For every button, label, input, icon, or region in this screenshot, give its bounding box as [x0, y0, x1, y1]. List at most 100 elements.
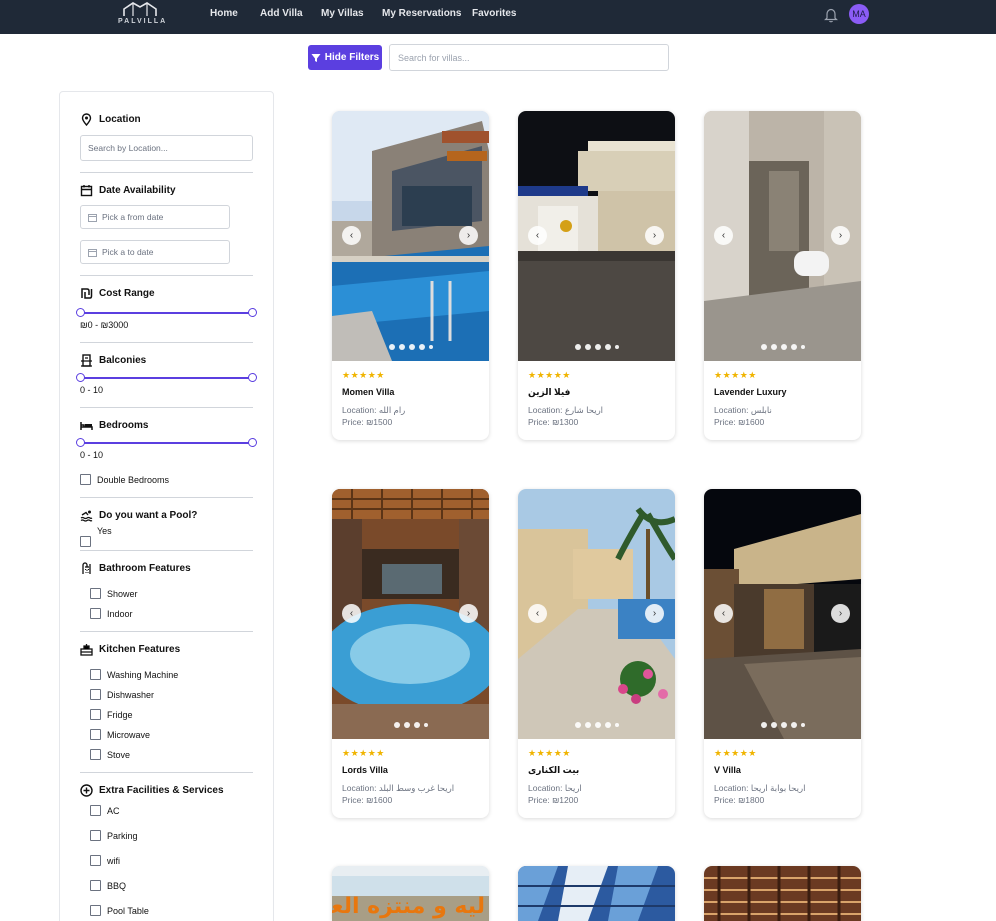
villa-card[interactable]: ‹ › ★★★★★ فيلا الزين Location: اريحا شار…: [518, 111, 675, 440]
plus-circle-icon: [80, 784, 93, 797]
pool-table-checkbox[interactable]: Pool Table: [90, 905, 149, 916]
nav-my-reservations[interactable]: My Reservations: [382, 8, 461, 19]
next-photo-button[interactable]: ›: [831, 604, 850, 623]
kitchen-icon: [80, 644, 93, 656]
nav-favorites[interactable]: Favorites: [472, 8, 516, 19]
balconies-max-handle[interactable]: [248, 373, 257, 382]
nav-my-villas[interactable]: My Villas: [321, 8, 364, 19]
villa-photo[interactable]: [518, 866, 675, 921]
next-photo-button[interactable]: ›: [459, 604, 478, 623]
bbq-checkbox[interactable]: BBQ: [90, 880, 126, 891]
chevron-left-icon: ‹: [721, 230, 726, 241]
cost-max-handle[interactable]: [248, 308, 257, 317]
next-photo-button[interactable]: ›: [831, 226, 850, 245]
prev-photo-button[interactable]: ‹: [528, 604, 547, 623]
washing-machine-checkbox[interactable]: Washing Machine: [90, 669, 178, 680]
bedrooms-range-slider[interactable]: [76, 438, 257, 448]
chevron-left-icon: ‹: [535, 230, 540, 241]
villa-card[interactable]: ‹ › ★★★★★ Momen Villa Location: رام الله…: [332, 111, 489, 440]
villa-search-input[interactable]: Search for villas...: [389, 44, 669, 71]
parking-checkbox[interactable]: Parking: [90, 830, 138, 841]
bell-icon[interactable]: [824, 7, 838, 23]
stove-checkbox[interactable]: Stove: [90, 749, 130, 760]
cost-range-text: ₪0 - ₪3000: [80, 320, 129, 330]
balconies-range-slider[interactable]: [76, 373, 257, 383]
next-photo-button[interactable]: ›: [459, 226, 478, 245]
photo-dots: [332, 722, 489, 728]
villa-photo[interactable]: ليه و منتزه العز: [332, 866, 489, 921]
hide-filters-label: Hide Filters: [324, 52, 380, 63]
shekel-icon: [81, 288, 93, 299]
ac-checkbox[interactable]: AC: [90, 805, 120, 816]
next-photo-button[interactable]: ›: [645, 226, 664, 245]
villa-name: V Villa: [714, 765, 741, 775]
fridge-checkbox[interactable]: Fridge: [90, 709, 133, 720]
villa-name: فيلا الزين: [528, 387, 571, 397]
villa-name: Lords Villa: [342, 765, 388, 775]
indoor-checkbox[interactable]: Indoor: [90, 608, 133, 619]
prev-photo-button[interactable]: ‹: [342, 226, 361, 245]
map-pin-icon: [81, 113, 92, 126]
divider: [80, 407, 253, 408]
villa-card[interactable]: ‹ › ★★★★★ Lavender Luxury Location: نابل…: [704, 111, 861, 440]
user-avatar[interactable]: MA: [849, 4, 869, 24]
chevron-left-icon: ‹: [349, 230, 354, 241]
nav-home[interactable]: Home: [210, 8, 238, 19]
pool-yes-checkbox[interactable]: Yes: [80, 526, 112, 547]
brand-name: PALVILLA: [118, 18, 168, 25]
filters-sidebar: Location Search by Location... Date Avai…: [59, 91, 274, 921]
prev-photo-button[interactable]: ‹: [342, 604, 361, 623]
brand-logo[interactable]: PALVILLA: [118, 0, 168, 30]
star-rating: ★★★★★: [342, 370, 385, 380]
villa-card[interactable]: ‹ › ★★★★★ Lords Villa Location: اريحا غر…: [332, 489, 489, 818]
balconies-section-title: Balconies: [80, 354, 146, 367]
villa-location: Location: رام الله: [342, 405, 406, 415]
hide-filters-button[interactable]: Hide Filters: [308, 45, 382, 70]
villa-price: Price: ₪1300: [528, 417, 579, 427]
double-bedrooms-checkbox[interactable]: Double Bedrooms: [80, 474, 169, 485]
chevron-right-icon: ›: [466, 230, 471, 241]
villa-price: Price: ₪1500: [342, 417, 393, 427]
villa-location: Location: اريحا شارع: [528, 405, 604, 415]
calendar-icon: [80, 185, 93, 197]
cost-min-handle[interactable]: [76, 308, 85, 317]
villa-card[interactable]: ‹ › ★★★★★ بيت الكنارى Location: اريحا Pr…: [518, 489, 675, 818]
villa-card[interactable]: [518, 866, 675, 921]
balconies-range-text: 0 - 10: [80, 385, 104, 395]
photo-dots: [704, 344, 861, 350]
bedrooms-min-handle[interactable]: [76, 438, 85, 447]
next-photo-button[interactable]: ›: [645, 604, 664, 623]
top-navbar: PALVILLA Home Add Villa My Villas My Res…: [0, 0, 996, 34]
to-date-picker[interactable]: Pick a to date: [80, 240, 230, 264]
villa-card[interactable]: ‹ › ★★★★★ V Villa Location: اريحا بوابة …: [704, 489, 861, 818]
villa-card[interactable]: [704, 866, 861, 921]
photo-dots: [332, 344, 489, 350]
location-section-title: Location: [80, 113, 141, 126]
microwave-checkbox[interactable]: Microwave: [90, 729, 150, 740]
divider: [80, 342, 253, 343]
wifi-checkbox[interactable]: wifi: [90, 855, 120, 866]
dishwasher-checkbox[interactable]: Dishwasher: [90, 689, 154, 700]
cost-range-slider[interactable]: [76, 308, 257, 318]
prev-photo-button[interactable]: ‹: [528, 226, 547, 245]
nav-add-villa[interactable]: Add Villa: [260, 8, 303, 19]
villa-name: Momen Villa: [342, 387, 395, 397]
balconies-min-handle[interactable]: [76, 373, 85, 382]
prev-photo-button[interactable]: ‹: [714, 604, 733, 623]
photo-dots: [704, 722, 861, 728]
from-date-picker[interactable]: Pick a from date: [80, 205, 230, 229]
photo-overlay-text: ليه و منتزه العز: [332, 894, 485, 919]
bedrooms-max-handle[interactable]: [248, 438, 257, 447]
villa-photo[interactable]: [704, 866, 861, 921]
divider: [80, 631, 253, 632]
villa-card[interactable]: ليه و منتزه العز: [332, 866, 489, 921]
prev-photo-button[interactable]: ‹: [714, 226, 733, 245]
star-rating: ★★★★★: [714, 370, 757, 380]
shower-checkbox[interactable]: Shower: [90, 588, 138, 599]
divider: [80, 772, 253, 773]
villa-search-placeholder: Search for villas...: [398, 52, 470, 63]
location-search-input[interactable]: Search by Location...: [80, 135, 253, 161]
chevron-right-icon: ›: [838, 230, 843, 241]
divider: [80, 497, 253, 498]
chevron-left-icon: ‹: [721, 608, 726, 619]
